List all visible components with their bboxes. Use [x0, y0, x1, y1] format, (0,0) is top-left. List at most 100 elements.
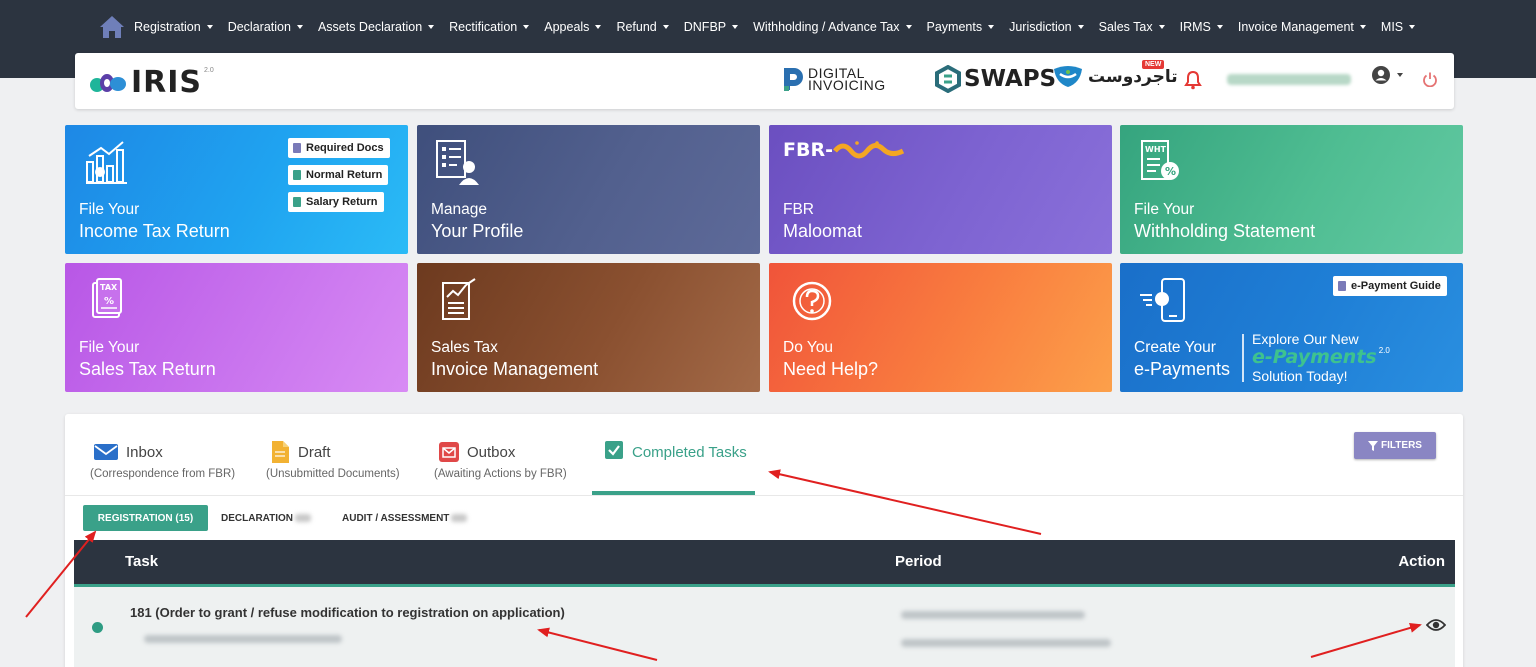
nav-appeals[interactable]: Appeals: [544, 20, 602, 34]
tab-outbox-subtitle: (Awaiting Actions by FBR): [434, 468, 567, 480]
tab-completed-tasks-title: Completed Tasks: [632, 444, 747, 461]
digital-invoicing-link[interactable]: DIGITAL INVOICING: [782, 66, 886, 92]
tile-need-help[interactable]: Do You Need Help?: [769, 263, 1112, 392]
tasks-panel: Inbox (Correspondence from FBR) Draft (U…: [65, 414, 1463, 667]
username-redacted: [1227, 74, 1351, 85]
mobile-payment-icon: [1140, 278, 1185, 322]
tile-label-line2: e-Payments: [1134, 359, 1231, 379]
required-docs-button[interactable]: Required Docs: [288, 138, 390, 158]
column-header-period: Period: [895, 553, 942, 570]
maloomat-banner: FBR-: [783, 139, 907, 161]
outbox-envelope-icon: [439, 442, 459, 462]
column-header-action: Action: [1398, 553, 1445, 570]
tile-withholding-statement[interactable]: WHT % File Your Withholding Statement: [1120, 125, 1463, 254]
epayments-brand: e-Payments: [1252, 346, 1377, 368]
filters-label: FILTERS: [1381, 440, 1422, 451]
tile-fbr-maloomat[interactable]: FBR- FBR Maloomat: [769, 125, 1112, 254]
tab-inbox-title: Inbox: [126, 444, 163, 461]
active-tab-underline: [592, 491, 755, 495]
notification-bell-icon[interactable]: [1184, 70, 1202, 90]
tile-manage-profile[interactable]: Manage Your Profile: [417, 125, 760, 254]
help-question-icon: [792, 281, 832, 321]
filters-button[interactable]: FILTERS: [1354, 432, 1436, 459]
maloomat-banner-fbr: FBR-: [783, 139, 833, 161]
redacted-task-detail: [144, 635, 342, 643]
draft-document-icon: [272, 441, 289, 463]
nav-refund[interactable]: Refund: [616, 20, 669, 34]
table-row[interactable]: 181 (Order to grant / refuse modificatio…: [74, 587, 1455, 667]
subtab-registration-label: REGISTRATION (15): [97, 512, 194, 524]
tile-income-tax-return[interactable]: Required Docs Normal Return Salary Retur…: [65, 125, 408, 254]
digital-invoicing-icon: [784, 68, 803, 91]
tile-create-epayments[interactable]: e-Payment Guide Create Your e-Payments E…: [1120, 263, 1463, 392]
tile-label-line2: Income Tax Return: [79, 221, 230, 241]
nav-payments[interactable]: Payments: [927, 20, 995, 34]
new-badge: NEW: [1142, 60, 1165, 69]
redacted-count: [295, 514, 312, 522]
nav-dnfbp[interactable]: DNFBP: [684, 20, 739, 34]
salary-return-button[interactable]: Salary Return: [288, 192, 384, 212]
subtab-declaration[interactable]: DECLARATION: [221, 505, 312, 531]
nav-rectification[interactable]: Rectification: [449, 20, 530, 34]
chevron-down-icon: [1397, 73, 1403, 77]
nav-invoice-management[interactable]: Invoice Management: [1238, 20, 1366, 34]
nav-declaration[interactable]: Declaration: [228, 20, 303, 34]
iris-logo-version: 2.0: [204, 67, 214, 74]
tajir-dost-text: تاجردوست: [1088, 67, 1178, 86]
swaps-link[interactable]: SWAPS: [935, 65, 1056, 93]
document-icon: [1338, 281, 1346, 291]
view-eye-icon[interactable]: [1426, 618, 1446, 632]
svg-text:WHT: WHT: [1145, 145, 1167, 154]
iris-logo[interactable]: IRIS 2.0: [87, 65, 214, 100]
normal-return-button[interactable]: Normal Return: [288, 165, 389, 185]
withholding-document-icon: WHT %: [1141, 140, 1179, 180]
envelope-icon: [94, 444, 118, 460]
nav-sales-tax[interactable]: Sales Tax: [1099, 20, 1165, 34]
header-bar: IRIS 2.0 DIGITAL INVOICING SWAPS تاجردوس…: [75, 53, 1454, 109]
swaps-icon: [935, 65, 961, 93]
income-chart-icon: [86, 141, 127, 184]
epayment-guide-button[interactable]: e-Payment Guide: [1333, 276, 1447, 296]
nav-withholding[interactable]: Withholding / Advance Tax: [753, 20, 912, 34]
tab-draft-title: Draft: [298, 444, 331, 461]
tile-label-line2: Withholding Statement: [1134, 221, 1316, 241]
tajir-dost-icon: [1054, 66, 1082, 87]
nav-irms[interactable]: IRMS: [1180, 20, 1223, 34]
tile-label-line1: Manage: [431, 201, 488, 218]
redacted-period-line1: [901, 611, 1085, 619]
tile-label-line2: Sales Tax Return: [79, 359, 216, 379]
tile-label-line1: FBR: [783, 201, 814, 218]
iris-logo-text: IRIS: [131, 65, 203, 100]
tile-sales-tax-return[interactable]: TAX % File Your Sales Tax Return: [65, 263, 408, 392]
nav-mis[interactable]: MIS: [1381, 20, 1416, 34]
tile-label-line1: File Your: [1134, 201, 1195, 218]
nav-assets-declaration[interactable]: Assets Declaration: [318, 20, 435, 34]
logout-power-icon[interactable]: [1422, 71, 1438, 87]
home-icon[interactable]: [98, 14, 126, 40]
user-menu[interactable]: [1371, 65, 1403, 85]
document-icon: [293, 143, 301, 153]
epayments-divider: [1242, 334, 1244, 382]
nav-menu: Registration Declaration Assets Declarat…: [98, 13, 1430, 41]
filter-funnel-icon: [1368, 440, 1379, 451]
digital-invoicing-line2: INVOICING: [808, 77, 886, 93]
subtab-registration[interactable]: REGISTRATION (15): [83, 505, 208, 531]
nav-registration[interactable]: Registration: [134, 20, 213, 34]
tile-sales-tax-invoice-management[interactable]: Sales Tax Invoice Management: [417, 263, 760, 392]
tile-label-line1: Sales Tax: [431, 339, 498, 356]
tile-label-line2: Need Help?: [783, 359, 879, 379]
column-header-task: Task: [125, 553, 159, 570]
tile-label-line1: Create Your: [1134, 339, 1216, 356]
subtab-audit-assessment[interactable]: AUDIT / ASSESSMENT: [342, 505, 468, 531]
nav-jurisdiction[interactable]: Jurisdiction: [1009, 20, 1084, 34]
iris-logo-mark: [90, 73, 126, 92]
checkbox-checked-icon: [605, 441, 623, 459]
svg-text:%: %: [1165, 165, 1176, 178]
task-title: 181 (Order to grant / refuse modificatio…: [130, 605, 565, 620]
tile-label-line2: Invoice Management: [431, 359, 599, 379]
tab-draft-subtitle: (Unsubmitted Documents): [266, 468, 400, 480]
tile-label-line1: File Your: [79, 339, 140, 356]
subtab-declaration-label: DECLARATION: [221, 512, 294, 524]
redacted-count: [451, 514, 468, 522]
sales-tax-document-icon: TAX %: [92, 278, 122, 318]
